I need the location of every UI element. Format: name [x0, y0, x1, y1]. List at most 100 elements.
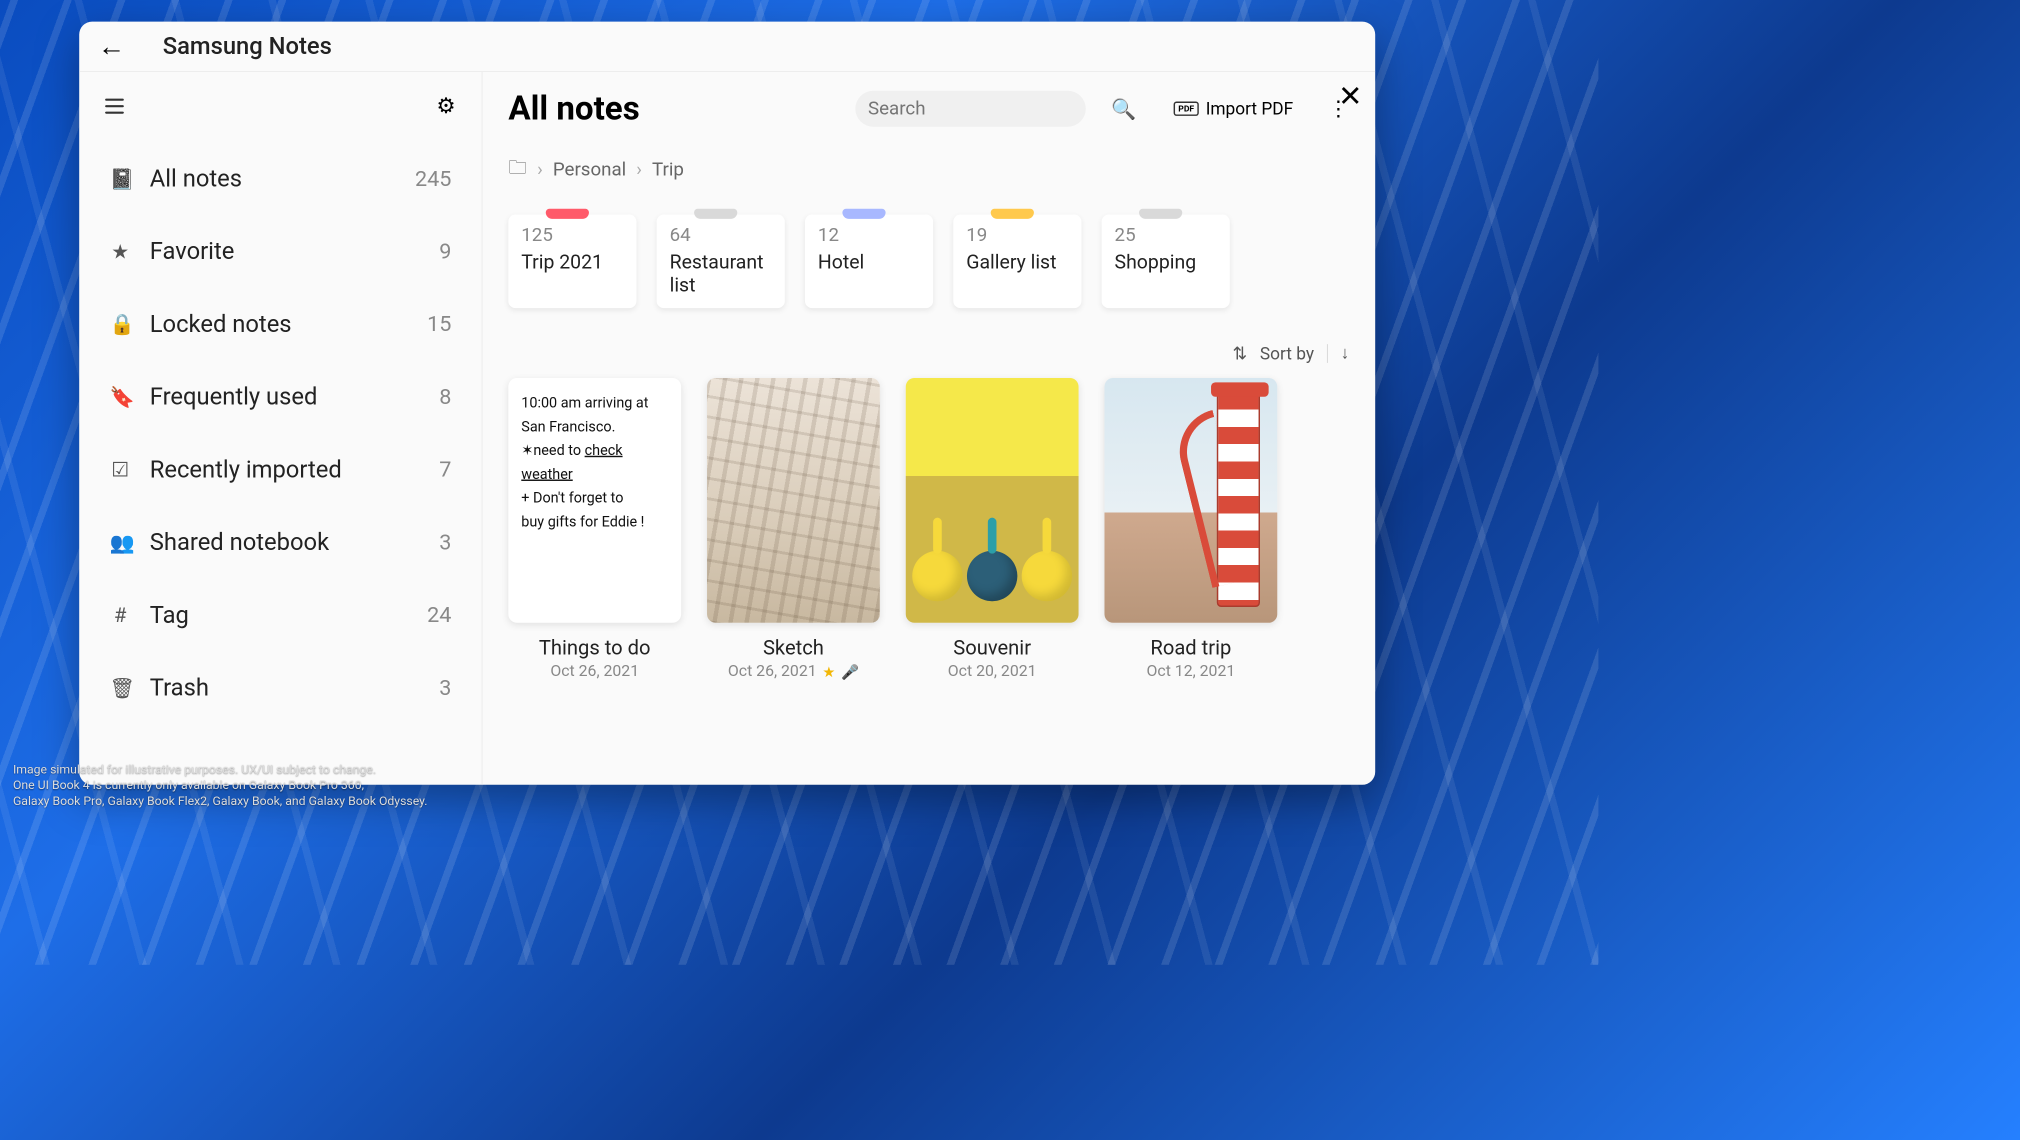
note-card-road-trip[interactable]: Road trip Oct 12, 2021 — [1104, 378, 1277, 680]
folder-card[interactable]: 12 Hotel — [805, 215, 933, 309]
note-title: Sketch — [763, 636, 824, 660]
folder-count: 25 — [1115, 225, 1217, 247]
note-title: Road trip — [1150, 636, 1231, 660]
folder-color-tab — [1139, 209, 1182, 219]
sidebar-item-recently-imported[interactable]: ☑ Recently imported 7 — [101, 436, 460, 504]
note-date: Oct 26, 2021 ★ 🎤 — [728, 662, 859, 680]
close-icon[interactable]: ✕ — [1338, 79, 1362, 113]
breadcrumb-personal[interactable]: Personal — [553, 159, 626, 181]
breadcrumb-trip[interactable]: Trip — [652, 159, 684, 181]
sidebar-item-label: Favorite — [150, 238, 421, 266]
note-card-souvenir[interactable]: Souvenir Oct 20, 2021 — [906, 378, 1079, 680]
sidebar-item-label: Shared notebook — [150, 528, 421, 556]
import-icon: ☑ — [109, 458, 131, 482]
sidebar-item-count: 15 — [427, 312, 451, 337]
note-date: Oct 26, 2021 — [550, 662, 639, 680]
lock-icon: 🔒 — [109, 312, 131, 336]
note-thumbnail — [906, 378, 1079, 623]
folder-name: Gallery list — [966, 251, 1068, 274]
import-pdf-button[interactable]: PDF Import PDF — [1174, 99, 1293, 119]
samsung-notes-app: ← Samsung Notes ⚙ 📓 All notes 245 ★ Favo… — [79, 22, 1375, 785]
sidebar-item-count: 3 — [439, 530, 451, 555]
search-icon[interactable]: 🔍 — [1111, 97, 1136, 121]
folder-color-tab — [991, 209, 1034, 219]
notes-grid: 10:00 am arriving at San Francisco. ✶nee… — [508, 378, 1349, 680]
app-title: Samsung Notes — [163, 32, 332, 60]
search-input[interactable] — [868, 98, 1108, 120]
note-title: Things to do — [539, 636, 651, 660]
sidebar-item-label: Frequently used — [150, 383, 421, 411]
favorite-icon: ★ — [822, 663, 835, 680]
folder-color-tab — [842, 209, 885, 219]
voice-icon: 🎤 — [841, 663, 859, 680]
sidebar: ⚙ 📓 All notes 245 ★ Favorite 9 🔒 Locked … — [79, 72, 482, 785]
titlebar: ← Samsung Notes — [79, 22, 1375, 72]
divider — [1327, 344, 1328, 363]
folder-card[interactable]: 64 Restaurant list — [657, 215, 785, 309]
note-card-things-to-do[interactable]: 10:00 am arriving at San Francisco. ✶nee… — [508, 378, 681, 680]
sidebar-item-count: 8 — [439, 384, 451, 409]
search-box[interactable] — [855, 91, 1085, 127]
folder-count: 125 — [521, 225, 623, 247]
sidebar-item-count: 24 — [427, 603, 451, 628]
chevron-right-icon: › — [537, 159, 543, 181]
sidebar-item-count: 9 — [439, 239, 451, 264]
sort-by-button[interactable]: Sort by — [1260, 343, 1314, 363]
note-date: Oct 20, 2021 — [948, 662, 1037, 680]
folder-color-tab — [694, 209, 737, 219]
sidebar-item-label: Locked notes — [150, 310, 409, 338]
folder-name: Hotel — [818, 251, 920, 274]
folder-card[interactable]: 25 Shopping — [1102, 215, 1230, 309]
notes-icon: 📓 — [109, 167, 131, 191]
sidebar-item-tag[interactable]: # Tag 24 — [101, 581, 460, 649]
sidebar-item-label: All notes — [150, 165, 397, 193]
sidebar-item-count: 3 — [439, 675, 451, 700]
note-thumbnail — [707, 378, 880, 623]
sort-direction-icon[interactable]: ↓ — [1341, 343, 1350, 364]
folder-count: 12 — [818, 225, 920, 247]
main-panel: ✕ All notes 🔍 PDF Import PDF ⋮ 🗀 › Perso… — [482, 72, 1375, 785]
sidebar-top: ⚙ — [101, 86, 460, 140]
sidebar-item-favorite[interactable]: ★ Favorite 9 — [101, 217, 460, 285]
folder-name: Trip 2021 — [521, 251, 623, 274]
folder-name: Restaurant list — [670, 251, 772, 298]
sort-icon[interactable]: ⇅ — [1232, 343, 1246, 363]
sidebar-item-frequently-used[interactable]: 🔖 Frequently used 8 — [101, 363, 460, 431]
note-thumbnail — [1104, 378, 1277, 623]
sidebar-item-trash[interactable]: 🗑 Trash 3 — [101, 654, 460, 722]
settings-icon[interactable]: ⚙ — [436, 94, 455, 119]
import-pdf-label: Import PDF — [1206, 99, 1293, 119]
sidebar-item-all-notes[interactable]: 📓 All notes 245 — [101, 145, 460, 213]
sidebar-item-label: Trash — [150, 674, 421, 702]
main-header: All notes 🔍 PDF Import PDF ⋮ — [508, 89, 1349, 128]
bookmark-icon: 🔖 — [109, 385, 131, 409]
sidebar-item-shared[interactable]: 👥 Shared notebook 3 — [101, 508, 460, 576]
app-body: ⚙ 📓 All notes 245 ★ Favorite 9 🔒 Locked … — [79, 72, 1375, 785]
folder-card[interactable]: 19 Gallery list — [953, 215, 1081, 309]
folder-row: 125 Trip 2021 64 Restaurant list 12 Hote… — [508, 215, 1349, 309]
sidebar-item-label: Recently imported — [150, 456, 421, 484]
sidebar-item-locked[interactable]: 🔒 Locked notes 15 — [101, 290, 460, 358]
people-icon: 👥 — [109, 531, 131, 555]
pdf-icon: PDF — [1174, 102, 1199, 116]
sidebar-item-label: Tag — [150, 601, 409, 629]
back-button[interactable]: ← — [98, 31, 125, 63]
note-thumbnail: 10:00 am arriving at San Francisco. ✶nee… — [508, 378, 681, 623]
chevron-right-icon: › — [636, 159, 642, 181]
star-icon: ★ — [109, 240, 131, 264]
hash-icon: # — [109, 603, 131, 627]
page-title: All notes — [508, 89, 639, 128]
menu-icon[interactable] — [105, 99, 124, 114]
sort-bar: ⇅ Sort by ↓ — [508, 343, 1349, 364]
folder-card[interactable]: 125 Trip 2021 — [508, 215, 636, 309]
folder-count: 64 — [670, 225, 772, 247]
trash-icon: 🗑 — [109, 676, 131, 700]
folder-icon[interactable]: 🗀 — [508, 154, 527, 186]
breadcrumb: 🗀 › Personal › Trip — [508, 154, 1349, 186]
folder-count: 19 — [966, 225, 1068, 247]
disclaimer-text: Image simulated for illustrative purpose… — [13, 762, 428, 810]
folder-name: Shopping — [1115, 251, 1217, 274]
note-card-sketch[interactable]: Sketch Oct 26, 2021 ★ 🎤 — [707, 378, 880, 680]
sidebar-item-count: 7 — [439, 457, 451, 482]
note-date: Oct 12, 2021 — [1146, 662, 1235, 680]
